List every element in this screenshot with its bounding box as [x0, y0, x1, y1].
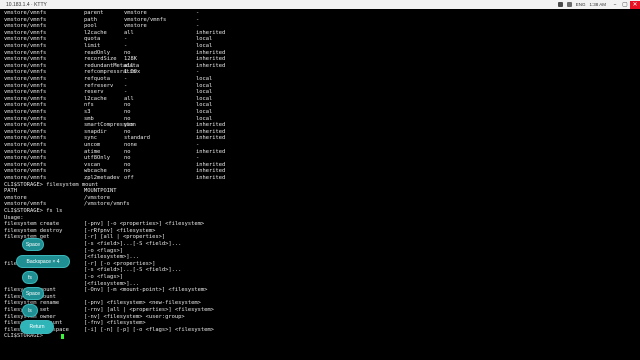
property-source: inherited	[196, 62, 226, 69]
text-cursor	[61, 334, 64, 340]
keystroke-backspace-badge: Backspace × 4	[16, 255, 70, 268]
property-value: off	[124, 175, 134, 181]
usage-args: [-Onv] [-m <mount-point>] <filesystem>	[84, 287, 208, 294]
minimize-button[interactable]: –	[610, 1, 620, 9]
keystroke-return-badge: Return	[20, 320, 54, 334]
property-source: inherited	[196, 148, 226, 155]
keystroke-fs-badge: fs	[22, 271, 38, 284]
close-button[interactable]: ✕	[630, 0, 640, 9]
system-tray: ENG 1:38 AM	[557, 2, 606, 7]
network-icon[interactable]	[557, 2, 563, 7]
speaker-icon[interactable]	[566, 2, 572, 7]
window-title: 10.183.1.4 · KTTY	[6, 1, 47, 8]
mount-point: /vmstore/vmnfs	[84, 201, 130, 208]
keystroke-space-badge-2: Space	[22, 287, 44, 300]
terminal-output[interactable]: vmstore/vmnfs parent vmstore - vmstore/vmnfs…	[0, 9, 640, 360]
keystroke-space-badge: Space	[22, 238, 44, 251]
prompt-current: CLI$STORAGE>	[4, 333, 47, 340]
clock: 1:38 AM	[589, 2, 606, 7]
language-indicator[interactable]: ENG	[576, 2, 586, 7]
property-source: inherited	[196, 135, 226, 142]
keystroke-ls-badge: ls	[22, 304, 38, 317]
usage-args: [-i] [-n] [-p] [-o <flags>] <filesystem>	[84, 326, 214, 333]
maximize-button[interactable]: ▢	[620, 1, 630, 9]
property-source: inherited	[196, 175, 226, 181]
